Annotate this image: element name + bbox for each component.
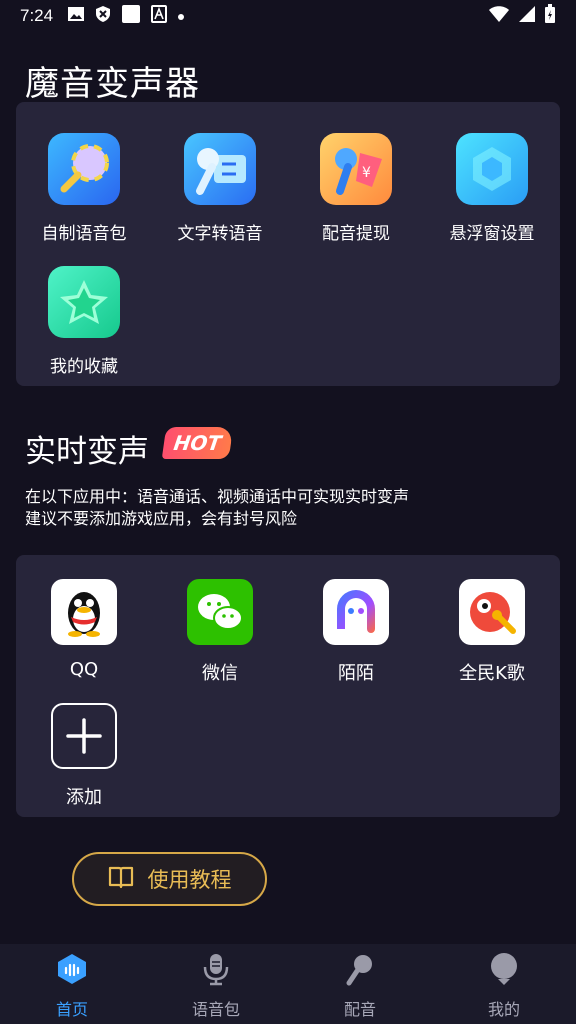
app-momo[interactable]: 陌陌	[288, 579, 424, 685]
tool-label: 我的收藏	[50, 357, 118, 377]
star-icon	[48, 266, 120, 338]
desc-line-1: 在以下应用中：语音通话、视频通话中可实现实时变声	[25, 487, 410, 506]
signal-icon	[518, 5, 536, 28]
status-time: 7:24	[20, 6, 54, 25]
tutorial-label: 使用教程	[147, 868, 232, 892]
mic-convert-icon	[184, 133, 256, 205]
page-title: 魔音变声器	[25, 64, 200, 104]
tool-label: 自制语音包	[41, 224, 127, 244]
font-icon	[151, 4, 168, 28]
dubbing-mic-icon	[343, 952, 377, 990]
app-wechat[interactable]: 微信	[152, 579, 288, 685]
tab-dubbing[interactable]: 配音	[288, 944, 432, 1024]
wifi-icon	[488, 5, 510, 28]
qq-penguin-icon	[51, 579, 117, 645]
home-icon	[55, 952, 89, 990]
book-icon	[108, 865, 134, 894]
voice-pack-icon	[199, 952, 233, 990]
tab-label: 首页	[55, 1000, 88, 1019]
mic-money-icon: ¥	[320, 133, 392, 205]
tool-my-favorites[interactable]: 我的收藏	[16, 266, 152, 377]
add-icon	[51, 703, 117, 769]
app-label: 陌陌	[338, 663, 374, 684]
app-qq[interactable]: QQ	[16, 579, 152, 680]
kge-icon	[459, 579, 525, 645]
app-label: 微信	[202, 663, 238, 684]
tab-home[interactable]: 首页	[0, 944, 144, 1024]
status-bar: 7:24	[0, 0, 576, 32]
lollipop-mic-icon	[48, 133, 120, 205]
tab-voice-pack[interactable]: 语音包	[144, 944, 288, 1024]
tab-label: 我的	[487, 1000, 520, 1019]
tool-label: 文字转语音	[177, 224, 263, 244]
tab-profile[interactable]: 我的	[432, 944, 576, 1024]
tool-floating-window-settings[interactable]: 悬浮窗设置	[424, 133, 560, 244]
app-kge[interactable]: 全民K歌	[424, 579, 560, 685]
tool-custom-voice-pack[interactable]: 自制语音包	[16, 133, 152, 244]
hot-badge: HOT	[161, 427, 234, 459]
image-icon	[67, 6, 85, 27]
app-label: 添加	[66, 787, 102, 808]
realtime-title: 实时变声	[25, 434, 149, 470]
desc-line-2: 建议不要添加游戏应用，会有封号风险	[25, 509, 298, 528]
realtime-description: 在以下应用中：语音通话、视频通话中可实现实时变声 建议不要添加游戏应用，会有封号…	[25, 486, 409, 530]
tool-label: 悬浮窗设置	[449, 224, 535, 244]
tab-label: 配音	[343, 1000, 376, 1019]
profile-icon	[487, 952, 521, 990]
tools-card: 自制语音包 文字转语音 ¥ 配音提现 悬浮窗设置 我的收藏	[16, 102, 560, 386]
app-label: 全民K歌	[459, 663, 525, 684]
add-app-button[interactable]: 添加	[16, 703, 152, 809]
tool-label: 配音提现	[322, 224, 390, 244]
dot-icon	[177, 6, 185, 26]
svg-text:¥: ¥	[362, 165, 371, 181]
bottom-tab-bar: 首页 语音包 配音 我的	[0, 944, 576, 1024]
apps-card: QQ 微信 陌陌 全民K歌 添加	[16, 555, 560, 817]
hexagon-icon	[456, 133, 528, 205]
app-label: QQ	[69, 659, 99, 680]
tool-dubbing-withdraw[interactable]: ¥ 配音提现	[288, 133, 424, 244]
tool-text-to-speech[interactable]: 文字转语音	[152, 133, 288, 244]
momo-icon	[323, 579, 389, 645]
wechat-icon	[187, 579, 253, 645]
battery-icon	[544, 3, 556, 29]
shield-x-icon	[95, 5, 111, 28]
square-icon	[121, 4, 141, 29]
tab-label: 语音包	[191, 1000, 240, 1019]
tutorial-button[interactable]: 使用教程	[72, 852, 267, 906]
